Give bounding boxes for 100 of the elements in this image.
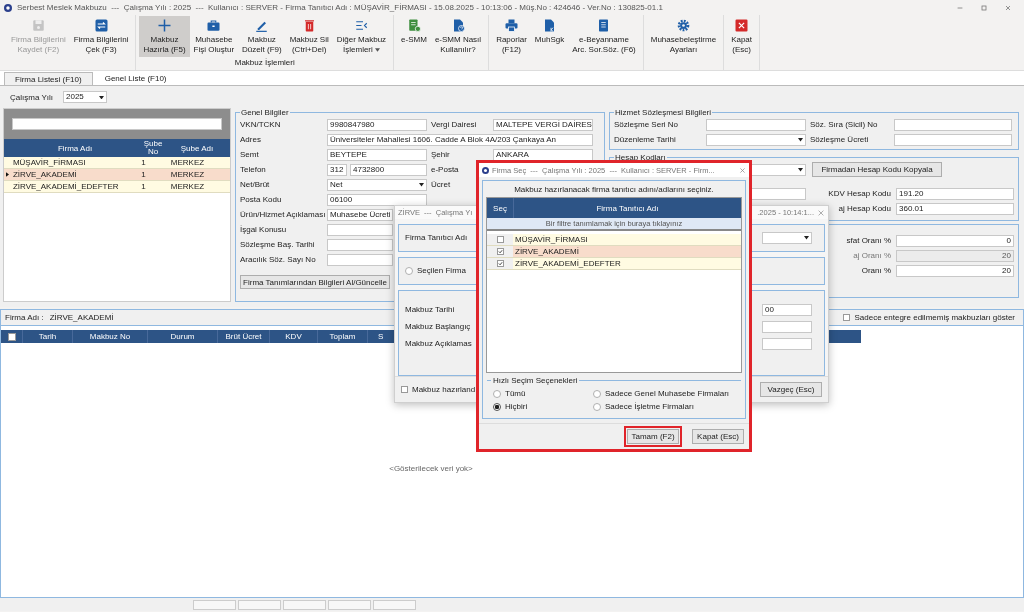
select-field[interactable] (762, 232, 812, 244)
field-label: Düzenleme Tarihi (614, 135, 677, 144)
radio-button[interactable] (405, 266, 413, 275)
text-field[interactable] (327, 223, 393, 236)
table-cell-text: 1 (140, 158, 147, 167)
checkbox[interactable] (843, 314, 851, 321)
table-row[interactable]: ZİRVE_AKADEMİ 1 MERKEZ (4, 169, 230, 181)
row-pointer-icon (5, 172, 9, 177)
table-row[interactable]: ZİRVE_AKADEMİ (487, 246, 741, 258)
checkbox[interactable] (7, 332, 16, 341)
text-field[interactable]: MALTEPE VERGİ DAİRES (493, 118, 593, 131)
group-title: Hizmet Sözleşmesi Bilgileri (614, 108, 713, 117)
document-icon (542, 18, 557, 33)
app-logo-icon (482, 166, 489, 174)
radio-button[interactable] (593, 402, 601, 411)
field-label: aj Hesap Kodu (838, 204, 892, 213)
field-label: sfat Oranı % (846, 236, 892, 245)
text-field[interactable] (327, 238, 393, 251)
text-field[interactable] (894, 133, 1012, 146)
instruction-text: Makbuz hazırlanacak firma tanıtıcı adını/adlarını seçiniz. (514, 184, 714, 194)
window-title: Serbest Meslek Makbuzu --- Çalışma Yılı : 2025 --- Kullanıcı : SERVER - Firma Tanıtıcı Adı : MÜŞAVİR_FİRMASI - 15.08.2025 - 10:13:06 - Müş.No : 424646 - Ver.No : 130825-01.1 (17, 3, 663, 12)
text-field[interactable]: BEYTEPE (327, 148, 427, 161)
field-label: Sözleşme Seri No (614, 120, 680, 129)
toolbar-button[interactable]: Diğer Makbuz İşlemleri (332, 16, 391, 57)
text-field[interactable] (327, 253, 393, 266)
toolbar-button[interactable]: e-SMM Nasıl Kullanılır? (430, 16, 486, 57)
text-field[interactable]: 06100 (327, 193, 427, 206)
text-field[interactable]: 312 (327, 163, 347, 176)
search-field[interactable] (12, 118, 222, 130)
field-label: Oranı % (861, 266, 892, 275)
radio-label: Sadece İşletme Firmaları (605, 402, 694, 411)
text-field[interactable]: 191.20 (896, 187, 1014, 200)
toolbar-button[interactable]: Makbuz Hazırla (F5) (139, 16, 190, 57)
column-header: Brüt Ücret (225, 332, 262, 341)
tab[interactable]: Genel Liste (F10) (94, 72, 177, 85)
dialog-button[interactable]: Kapat (Esc) (692, 429, 744, 444)
table-row[interactable]: ZİRVE_AKADEMİ_EDEFTER (487, 258, 741, 270)
text-field[interactable]: Üniversiteler Mahallesi 1606. Cadde A Blok 4A/203 Çankaya An (327, 133, 593, 146)
column-header: Firma Adı (56, 143, 94, 153)
copy-button[interactable]: Firmadan Hesap Kodu Kopyala (812, 162, 942, 177)
table-row[interactable]: MÜŞAVİR_FİRMASI (487, 234, 741, 246)
checkbox[interactable] (496, 248, 504, 255)
toolbar-button[interactable]: MuhSgk (530, 16, 569, 57)
year-label: Çalışma Yılı (10, 92, 53, 102)
text-field[interactable]: 4732800 (350, 163, 427, 176)
group-title: Hesap Kodları (614, 153, 667, 162)
text-field[interactable] (762, 320, 812, 333)
radio-button[interactable] (493, 402, 501, 411)
text-field[interactable]: 360.01 (896, 202, 1014, 215)
text-field[interactable] (762, 337, 812, 350)
toolbar-button[interactable]: Raporlar (F12) (492, 16, 531, 57)
field-label: Makbuz Tarihi (405, 305, 455, 315)
table-cell-text: MÜŞAVİR_FİRMASI (514, 235, 589, 244)
checkbox-label: Makbuz hazırland (412, 384, 476, 394)
text-field[interactable]: Muhasebe Ücreti (327, 208, 393, 221)
toolbar-button[interactable]: e-SMM (397, 16, 431, 57)
table-row[interactable]: ZİRVE_AKADEMİ_EDEFTER 1 MERKEZ (4, 181, 230, 193)
radio-button[interactable] (593, 389, 601, 398)
text-field[interactable] (706, 118, 806, 131)
toolbar-button[interactable]: Makbuz Düzelt (F9) (238, 16, 286, 57)
maximize-icon[interactable] (980, 3, 988, 12)
checkbox[interactable] (496, 236, 504, 243)
toolbar-button[interactable]: Firma Bilgilerini Çek (F3) (69, 16, 133, 57)
field-label: Net/Brüt (240, 180, 271, 189)
number-field[interactable]: 20 (896, 264, 1014, 277)
close-icon[interactable] (739, 166, 746, 174)
column-header: Durum (170, 332, 195, 341)
select-field[interactable]: Net (327, 178, 427, 191)
group-title: Genel Bilgiler (240, 108, 290, 117)
toolbar-button[interactable]: Makbuz Sil (Ctrl+Del) (285, 16, 333, 57)
field-label: Vergi Dairesi (431, 120, 478, 129)
select-field[interactable] (706, 133, 806, 146)
table-cell-text: MERKEZ (169, 170, 206, 179)
radio-label: Sadece Genel Muhasebe Firmaları (605, 389, 730, 398)
toolbar-button[interactable]: Muhasebeleştirme Ayarları (646, 16, 721, 57)
text-field[interactable]: ANKARA (493, 148, 593, 161)
close-icon[interactable] (817, 208, 825, 217)
field-label: Sözleşme Ücreti (810, 135, 870, 144)
caret-icon (798, 138, 803, 142)
close-icon[interactable] (1004, 3, 1012, 12)
checkbox[interactable] (496, 260, 504, 267)
year-select[interactable]: 2025 (63, 91, 107, 103)
table-row[interactable]: MÜŞAVİR_FİRMASI 1 MERKEZ (4, 157, 230, 169)
toolbar-button[interactable]: Kapat (Esc) (727, 16, 757, 57)
tab[interactable]: Firma Listesi (F10) (4, 72, 93, 85)
cancel-button[interactable]: Vazgeç (Esc) (760, 381, 822, 397)
text-field[interactable] (894, 118, 1012, 131)
text-field[interactable]: 00 (762, 303, 812, 316)
dialog-button[interactable]: Tamam (F2) (627, 429, 679, 444)
caret-icon (374, 48, 380, 52)
number-field[interactable]: 0 (896, 234, 1014, 247)
checkbox[interactable] (401, 385, 408, 393)
update-button[interactable]: Firma Tanımlarından Bilgileri Al/Güncelle (240, 275, 390, 289)
toolbar-button[interactable]: Muhasebe Fişi Oluştur (189, 16, 239, 57)
app-logo-icon (4, 3, 12, 12)
column-header: Tarih (38, 332, 57, 341)
toolbar-button[interactable]: e-Beyanname Arc. Sor.Söz. (F6) (568, 16, 640, 57)
caret-icon (798, 168, 803, 172)
radio-button[interactable] (493, 389, 501, 398)
text-field[interactable]: 9980847980 (327, 118, 427, 131)
